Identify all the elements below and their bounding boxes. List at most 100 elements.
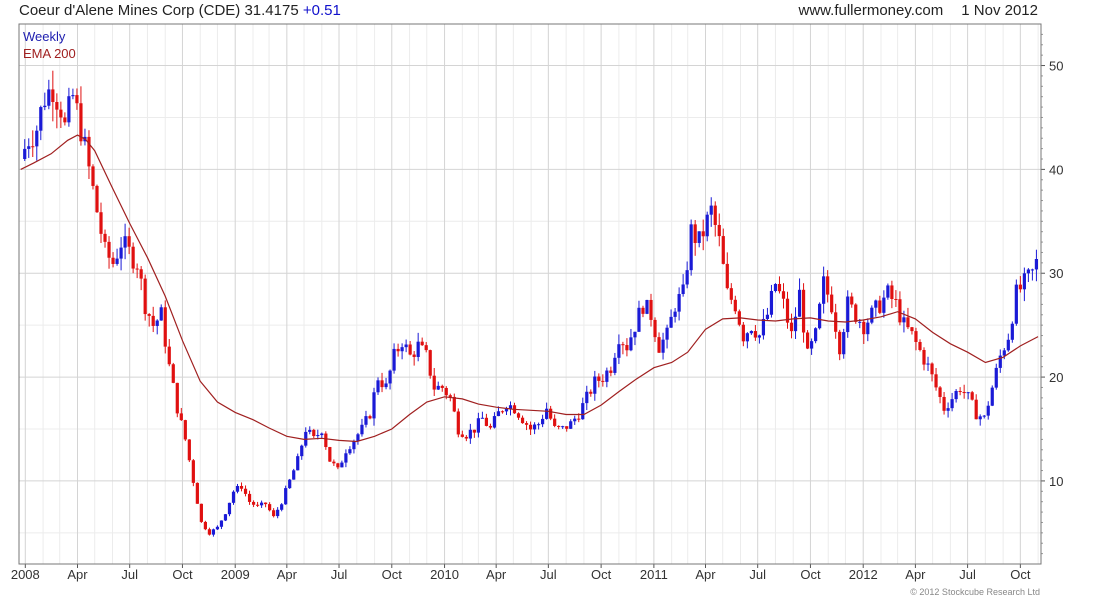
- candle-body: [396, 348, 400, 352]
- candle-body: [557, 425, 561, 427]
- x-tick-label: 2010: [430, 567, 459, 582]
- candle-body: [183, 420, 187, 440]
- candle-body: [448, 395, 452, 397]
- candle-body: [725, 263, 729, 289]
- candle-body: [336, 463, 340, 468]
- candle-body: [444, 387, 448, 396]
- candle-body: [553, 418, 557, 426]
- x-tick-label: Jul: [959, 567, 976, 582]
- candle-body: [1010, 323, 1014, 340]
- candle-body: [870, 307, 874, 323]
- candle-body: [661, 339, 665, 353]
- candle-body: [300, 445, 304, 457]
- candle-body: [516, 413, 521, 418]
- candle-body: [364, 416, 368, 425]
- candle-body: [994, 367, 998, 388]
- candle-body: [633, 331, 637, 338]
- y-tick-label: 20: [1049, 370, 1063, 385]
- x-tick-label: Jul: [540, 567, 557, 582]
- candle-body: [163, 307, 167, 347]
- candle-body: [613, 357, 617, 373]
- candle-body: [761, 318, 766, 336]
- candle-body: [858, 321, 862, 323]
- candle-body: [231, 491, 236, 503]
- candle-body: [938, 387, 942, 397]
- candle-body: [235, 485, 240, 492]
- candle-body: [749, 331, 753, 334]
- candle-body: [729, 288, 733, 300]
- candle-body: [135, 268, 139, 270]
- candle-body: [247, 493, 252, 502]
- candle-body: [958, 391, 962, 393]
- candle-body: [107, 241, 111, 258]
- candle-body: [549, 408, 553, 419]
- candle-body: [982, 415, 986, 417]
- candle-body: [344, 453, 348, 463]
- candle-body: [460, 434, 464, 437]
- candle-body: [898, 299, 902, 323]
- x-tick-label: Oct: [382, 567, 403, 582]
- candle-body: [372, 392, 376, 419]
- candle-body: [537, 424, 541, 426]
- candle-body: [757, 335, 762, 338]
- candle-body: [818, 303, 822, 329]
- candle-body: [488, 425, 493, 428]
- candle-body: [589, 391, 593, 394]
- candle-body: [288, 479, 292, 489]
- candle-body: [954, 391, 958, 400]
- x-tick-label: Apr: [67, 567, 88, 582]
- candle-body: [733, 299, 737, 312]
- candle-body: [123, 236, 127, 248]
- candle-body: [39, 107, 43, 131]
- candle-body: [681, 284, 685, 295]
- y-tick-label: 40: [1049, 162, 1063, 177]
- candle-body: [862, 321, 866, 335]
- candle-body: [468, 429, 472, 439]
- candle-body: [717, 224, 721, 237]
- candle-body: [264, 502, 268, 505]
- x-tick-label: Oct: [172, 567, 193, 582]
- candle-body: [1022, 273, 1026, 290]
- candle-body: [822, 276, 826, 304]
- candle-body: [55, 102, 59, 110]
- candle-body: [926, 363, 930, 365]
- candle-body: [978, 416, 982, 420]
- candle-body: [111, 257, 115, 264]
- candle-body: [882, 297, 886, 313]
- candle-body: [805, 332, 810, 349]
- x-tick-label: 2011: [640, 567, 668, 582]
- candle-body: [284, 488, 288, 505]
- candle-body: [211, 529, 216, 535]
- candle-body: [255, 504, 260, 506]
- candlestick-chart: 2008 Apr Jul Oct 2009 Apr Jul Oct 2010 Apr Jul Oct 2…: [11, 23, 1063, 582]
- candle-body: [665, 327, 669, 340]
- candle-body: [191, 460, 195, 483]
- candle-body: [456, 411, 460, 435]
- candle-body: [593, 376, 597, 394]
- candle-body: [685, 270, 689, 285]
- candle-body: [296, 456, 300, 471]
- candle-body: [332, 461, 336, 464]
- candle-body: [143, 278, 147, 315]
- candle-body: [693, 224, 697, 243]
- candle-body: [115, 258, 119, 264]
- candle-body: [472, 429, 476, 433]
- candle-body: [637, 307, 641, 332]
- candle-body: [452, 396, 456, 412]
- candle-body: [773, 283, 778, 291]
- candle-body: [91, 166, 95, 186]
- x-tick-label: Apr: [695, 567, 716, 582]
- candle-body: [312, 429, 316, 437]
- candle-body: [71, 95, 75, 97]
- candle-body: [874, 300, 878, 308]
- y-tick-label: 50: [1049, 59, 1063, 74]
- candle-body: [376, 380, 380, 393]
- candle-body: [171, 364, 175, 383]
- candle-body: [500, 411, 505, 413]
- candle-body: [709, 205, 713, 215]
- candle-body: [930, 363, 934, 375]
- candle-body: [689, 224, 693, 271]
- candle-body: [990, 387, 994, 406]
- candle-body: [368, 416, 372, 419]
- candle-body: [1026, 269, 1030, 274]
